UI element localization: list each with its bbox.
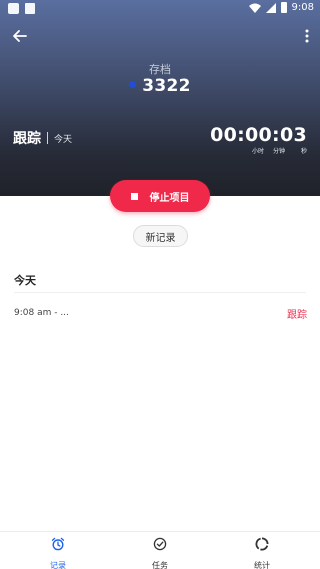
notification-icon (8, 3, 19, 14)
section-divider (14, 292, 306, 293)
tracking-status: 跟踪 今天 (13, 128, 72, 148)
nav-tasks[interactable]: 任务 (130, 537, 190, 569)
tracking-divider (47, 132, 48, 144)
unit-hours: 小时 (252, 148, 265, 155)
tracking-date: 今天 (54, 134, 73, 145)
record-entry[interactable]: 9:08 am - ... 跟踪 (14, 305, 307, 321)
stop-project-button[interactable]: 停止项目 (110, 180, 210, 212)
project-color-dot (129, 81, 137, 88)
battery-icon (280, 2, 287, 13)
record-time: 9:08 am - ... (14, 308, 69, 318)
signal-icon (265, 2, 276, 13)
nav-tasks-label: 任务 (152, 561, 168, 569)
new-record-button[interactable]: 新记录 (133, 225, 188, 247)
project-number-row[interactable]: 3322 (0, 76, 320, 96)
timer-value: 00:00:03 (210, 124, 307, 146)
wifi-icon (248, 3, 261, 13)
project-label: 存档 (149, 63, 171, 76)
status-time: 9:08 (291, 2, 314, 13)
nav-records[interactable]: 记录 (28, 537, 88, 569)
project-number: 3322 (142, 76, 191, 96)
notification-icon-2 (25, 3, 35, 14)
stop-icon (130, 192, 138, 200)
timer-units: 小时 分钟 秒 (247, 146, 307, 155)
status-bar: 9:08 (0, 0, 320, 18)
nav-stats[interactable]: 统计 (232, 537, 292, 569)
nav-stats-label: 统计 (254, 561, 270, 569)
tracking-title: 跟踪 (13, 131, 41, 147)
unit-seconds: 秒 (300, 148, 307, 155)
stats-ring-icon (255, 537, 269, 551)
elapsed-timer: 00:00:03 小时 分钟 秒 (210, 124, 307, 155)
alarm-clock-icon (51, 537, 65, 551)
unit-minutes: 分钟 (273, 148, 286, 155)
records-section-title: 今天 (14, 274, 36, 287)
header-panel: 9:08 存档 3322 跟踪 今天 00:00:03 小时 分钟 秒 (0, 0, 320, 196)
back-arrow-icon[interactable] (10, 26, 30, 46)
bottom-navigation: 记录 任务 统计 (0, 531, 320, 569)
check-circle-icon (153, 537, 167, 551)
stop-project-label: 停止项目 (149, 192, 190, 204)
app-bar (0, 24, 320, 48)
record-tag: 跟踪 (287, 309, 307, 321)
more-vert-icon[interactable] (304, 28, 310, 44)
nav-records-label: 记录 (50, 561, 66, 569)
